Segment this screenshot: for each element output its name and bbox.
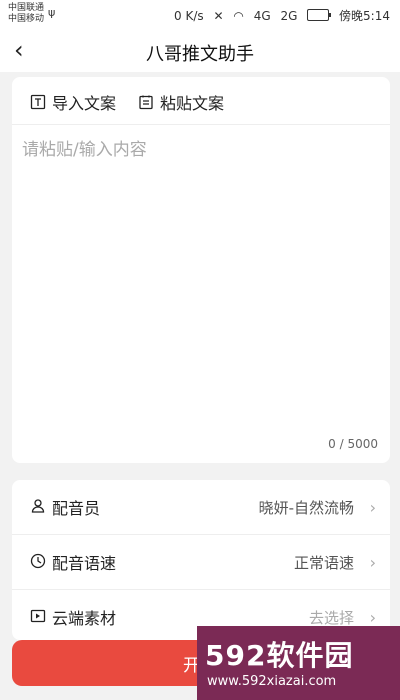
watermark-main: 592软件园 (205, 639, 354, 672)
speech-speed-value: 正常语速 (293, 553, 354, 572)
editor-toolbar: 导入文案 粘贴文案 (12, 77, 390, 125)
signal-1: 4G (253, 9, 271, 23)
import-copy-button[interactable]: 导入文案 (30, 90, 116, 114)
text-icon (30, 94, 46, 110)
voice-actor-label: 配音员 (52, 499, 101, 518)
signal-2: 2G (280, 9, 298, 23)
carrier-1: 中国联通 (8, 3, 45, 13)
chevron-right-icon: › (369, 607, 376, 627)
settings-list: 配音员 晓妍-自然流畅 › 配音语速 正常语速 › 云端素材 去选择 › (12, 480, 390, 640)
speech-speed-row[interactable]: 配音语速 正常语速 › (12, 535, 390, 590)
voice-actor-row[interactable]: 配音员 晓妍-自然流畅 › (12, 480, 390, 535)
status-bar: 中国联通 中国移动 ψ 0 K/s ✕ ◠ 4G 2G 傍晚5:14 (0, 0, 400, 30)
chevron-right-icon: › (369, 552, 376, 572)
chevron-right-icon: › (369, 497, 376, 517)
paste-copy-button[interactable]: 粘贴文案 (138, 90, 224, 114)
editor-card: 导入文案 粘贴文案 请粘贴/输入内容 0 / 5000 (12, 77, 390, 463)
wifi-icon: ◠ (233, 9, 244, 23)
battery-icon (307, 9, 332, 21)
speech-speed-label: 配音语速 (52, 554, 117, 573)
paste-copy-label: 粘贴文案 (160, 94, 225, 113)
time: 傍晚5:14 (339, 9, 390, 23)
import-copy-label: 导入文案 (52, 94, 117, 113)
mute-icon: ✕ (213, 9, 224, 23)
cloud-material-value: 去选择 (308, 608, 354, 627)
page-title: 八哥推文助手 (146, 44, 254, 65)
content-placeholder: 请粘贴/输入内容 (22, 140, 147, 160)
voice-actor-value: 晓妍-自然流畅 (258, 498, 354, 517)
video-icon (30, 608, 46, 628)
char-counter: 0 / 5000 (328, 437, 378, 451)
status-right: 0 K/s ✕ ◠ 4G 2G 傍晚5:14 (168, 7, 390, 24)
content-input[interactable]: 请粘贴/输入内容 (22, 135, 380, 435)
clipboard-icon (139, 95, 153, 110)
nav-bar: ‹ 八哥推文助手 (0, 30, 400, 72)
network-speed: 0 K/s (174, 9, 204, 23)
clock-icon (30, 553, 46, 573)
usb-icon: ψ (48, 6, 56, 19)
cloud-material-label: 云端素材 (52, 609, 117, 628)
user-icon (30, 498, 46, 518)
watermark-url: www.592xiazai.com (207, 674, 337, 689)
watermark-logo: 592软件园 www.592xiazai.com (197, 626, 400, 700)
carrier-2: 中国移动 (8, 14, 45, 24)
carrier-info: 中国联通 中国移动 (8, 3, 44, 25)
